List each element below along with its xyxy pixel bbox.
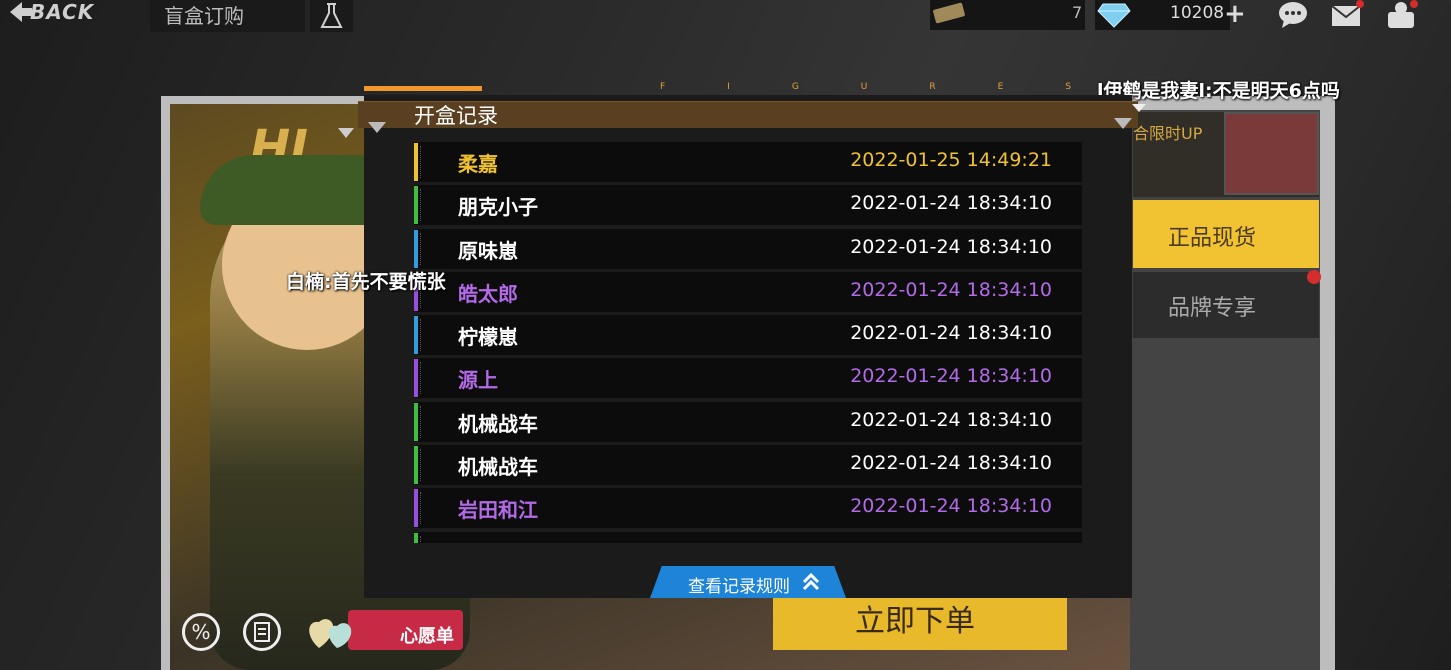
record-time: 2022-01-24 18:34:10 xyxy=(850,495,1052,518)
record-row: 岩田和江 2022-01-24 18:34:10 xyxy=(414,488,1082,529)
add-diamond-icon[interactable]: + xyxy=(1224,1,1246,27)
record-name: 皓太郎 xyxy=(458,281,518,306)
ticket-count: 7 xyxy=(1072,3,1083,22)
row-decoration xyxy=(420,319,424,352)
record-time: 2022-01-24 18:34:10 xyxy=(850,235,1052,258)
menu-genuine-stock-label: 正品现货 xyxy=(1168,226,1257,251)
record-name: 原味崽 xyxy=(458,238,518,263)
menu-limited-up-image xyxy=(1224,112,1319,195)
chevron-up-icon[interactable] xyxy=(800,566,822,603)
rarity-bar xyxy=(414,489,418,528)
record-name: 柠檬崽 xyxy=(458,325,518,350)
triangle-marker-icon xyxy=(1132,104,1146,112)
row-decoration xyxy=(420,362,424,395)
menu-limited-up-label: 合限时UP xyxy=(1133,124,1203,143)
event-icon[interactable] xyxy=(1384,0,1418,30)
record-name: 机械战车 xyxy=(458,455,538,480)
record-row: 源上 2022-01-24 18:34:10 xyxy=(414,358,1082,399)
record-row: 机械战车 2022-01-24 18:34:10 xyxy=(414,401,1082,442)
record-list[interactable]: 柔嘉 2022-01-25 14:49:21 朋克小子 2022-01-24 18:3… xyxy=(414,142,1082,543)
record-row: 柠檬崽 2022-01-24 18:34:10 xyxy=(414,315,1082,356)
record-name: 源上 xyxy=(458,368,498,393)
record-time: 2022-01-24 18:34:10 xyxy=(850,452,1052,475)
mail-icon[interactable] xyxy=(1330,0,1364,30)
discount-icon[interactable]: % xyxy=(182,613,220,651)
row-decoration xyxy=(420,189,424,222)
record-row: 皓太郎 2022-01-24 18:34:10 xyxy=(414,271,1082,312)
rarity-bar xyxy=(414,143,418,181)
rarity-bar xyxy=(414,229,418,268)
resource-ticket-box[interactable] xyxy=(930,0,1085,30)
menu-brand-exclusive-label: 品牌专享 xyxy=(1168,296,1257,321)
svg-text:%: % xyxy=(191,620,210,644)
rarity-bar xyxy=(414,316,418,355)
rarity-bar xyxy=(414,359,418,398)
list-icon[interactable] xyxy=(243,613,281,651)
wishlist-label: 心愿单 xyxy=(400,626,454,647)
record-row: 原味崽 2022-01-24 18:34:10 xyxy=(414,228,1082,269)
record-row: 机械战车 2022-01-24 18:34:10 xyxy=(414,445,1082,486)
triangle-outer-icon xyxy=(338,128,354,138)
record-time: 2022-01-24 18:34:10 xyxy=(850,192,1052,215)
diamond-count: 10208 xyxy=(1170,3,1225,23)
triangle-left-icon xyxy=(368,122,386,133)
record-name: 机械战车 xyxy=(458,411,538,436)
chat-message: 白楠:首先不要慌张 xyxy=(286,271,446,293)
rarity-bar xyxy=(414,446,418,485)
chat-message: l伊鹤是我妻l:不是明天6点吗 xyxy=(1097,80,1340,102)
chat-icon[interactable] xyxy=(1276,0,1310,30)
row-decoration xyxy=(420,405,424,438)
rarity-bar xyxy=(414,402,418,441)
flask-icon xyxy=(320,3,343,28)
row-decoration xyxy=(420,535,424,543)
notification-dot xyxy=(1307,270,1321,284)
order-now-label: 立即下单 xyxy=(855,604,975,639)
diamond-icon xyxy=(1097,2,1131,28)
record-time: 2022-01-24 18:34:10 xyxy=(850,278,1052,301)
row-decoration xyxy=(420,232,424,265)
heart-icon xyxy=(305,612,361,656)
back-label[interactable]: BACK xyxy=(30,0,94,24)
flask-button[interactable] xyxy=(310,0,353,32)
row-decoration xyxy=(420,449,424,482)
page-title: 盲盒订购 xyxy=(164,4,244,28)
record-time: 2022-01-24 18:34:10 xyxy=(850,365,1052,388)
record-name: 朋克小子 xyxy=(458,195,538,220)
record-row xyxy=(414,531,1082,543)
modal-accent-line xyxy=(364,86,482,91)
row-decoration xyxy=(420,492,424,525)
rarity-bar xyxy=(414,186,418,225)
record-name: 岩田和江 xyxy=(458,498,538,523)
record-row: 柔嘉 2022-01-25 14:49:21 xyxy=(414,142,1082,182)
view-rules-label[interactable]: 查看记录规则 xyxy=(688,572,790,597)
record-row: 朋克小子 2022-01-24 18:34:10 xyxy=(414,185,1082,226)
modal-title: 开盒记录 xyxy=(414,104,498,128)
record-name: 柔嘉 xyxy=(458,152,498,176)
record-time: 2022-01-25 14:49:21 xyxy=(850,149,1052,171)
record-time: 2022-01-24 18:34:10 xyxy=(850,322,1052,345)
ticket-icon xyxy=(933,2,965,24)
rarity-bar xyxy=(414,532,418,543)
triangle-right-icon xyxy=(1114,118,1132,129)
row-decoration xyxy=(420,146,424,178)
record-time: 2022-01-24 18:34:10 xyxy=(850,408,1052,431)
figures-decoration: FIGURES xyxy=(660,82,1134,92)
